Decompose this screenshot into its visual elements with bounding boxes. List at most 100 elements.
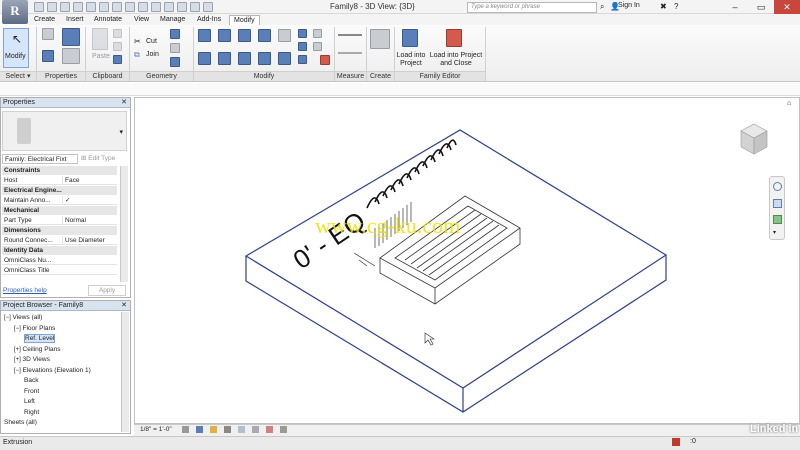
rotate-icon[interactable] [238,52,251,65]
minimize-button[interactable]: – [722,0,748,14]
wall-joins-icon[interactable] [170,29,180,39]
tab-annotate[interactable]: Annotate [90,15,126,25]
sign-in-link[interactable]: Sign In [618,2,640,9]
dimension-icon[interactable] [112,2,122,12]
steering-wheel-icon[interactable] [773,182,782,191]
view-scale[interactable]: 1/8" = 1'-0" [140,426,172,433]
trim-multiple-icon[interactable] [313,42,322,51]
zoom-icon[interactable] [773,199,782,208]
browser-tree-item[interactable]: [−] Floor Plans [14,324,55,334]
browser-tree-item[interactable]: Ref. Level [24,334,56,344]
collapse-icon[interactable]: [−] [4,315,13,321]
scale-icon[interactable] [298,29,307,38]
move-icon[interactable] [198,52,211,65]
match-properties-icon[interactable] [113,55,122,64]
property-row[interactable]: Round Connec... Use Diameter [2,236,117,245]
expand-icon[interactable]: [+] [14,347,23,353]
orbit-icon[interactable] [773,215,782,224]
cut-geometry-icon[interactable]: ✂ [134,37,141,46]
3d-view-canvas[interactable]: 0' - EQ www.cg-ku.com ⌂ ▾ [134,97,800,424]
thin-lines-icon[interactable] [177,2,187,12]
apply-button[interactable]: Apply [88,285,126,296]
property-group-header[interactable]: Dimensions [2,226,117,235]
load-into-project-icon[interactable] [402,29,418,47]
tab-view[interactable]: View [130,15,153,25]
browser-tree-item[interactable]: [+] 3D Views [14,355,50,365]
print-icon[interactable] [86,2,96,12]
maximize-button[interactable]: ▭ [748,0,774,14]
save-icon[interactable] [47,2,57,12]
close-icon[interactable]: ✕ [121,301,127,311]
create-similar-icon[interactable] [370,29,390,49]
modify-button[interactable]: ↖ Modify [3,28,29,68]
collapse-icon[interactable]: [−] [14,368,23,374]
visual-style-icon[interactable] [195,426,203,433]
copy-icon[interactable] [113,29,122,38]
load-into-project-and-close-button[interactable]: Load into Project and Close [428,52,484,68]
family-type-selector[interactable]: Family: Electrical Fixt [2,154,78,164]
property-row[interactable]: OmniClass Nu... [2,256,117,265]
property-group-header[interactable]: Constraints [2,166,117,175]
help-icon[interactable]: ? [674,2,678,11]
close-icon[interactable]: ✕ [121,98,127,108]
paint-icon[interactable] [170,57,180,67]
chevron-down-icon[interactable]: ▾ [773,229,776,236]
load-into-project-button[interactable]: Load into Project [396,52,426,68]
browser-tree-item[interactable]: [−] Elevations (Elevation 1) [14,366,91,376]
house-icon[interactable]: ⌂ [787,100,791,107]
chevron-down-icon[interactable]: ▾ [119,128,123,136]
array-icon[interactable] [278,52,291,65]
application-menu-button[interactable]: R [2,0,28,24]
property-row[interactable]: Maintain Anno... ✓ [2,196,117,205]
collapse-icon[interactable]: [−] [14,326,23,332]
offset-icon[interactable] [218,29,231,42]
3d-view-icon[interactable] [151,2,161,12]
tag-icon[interactable] [125,2,135,12]
type-selector-preview[interactable]: ▾ [2,111,127,151]
reveal-hidden-icon[interactable] [279,426,287,433]
viewcube-icon[interactable] [739,122,769,158]
browser-tree-item[interactable]: Sheets (all) [4,418,37,428]
aligned-dimension-icon[interactable] [338,52,362,54]
mirror-axis-icon[interactable] [238,29,251,42]
browser-tree-item[interactable]: Front [24,387,39,397]
close-hidden-icon[interactable] [190,2,200,12]
paste-icon[interactable] [92,28,108,50]
tab-create[interactable]: Create [30,15,59,25]
edit-type-button[interactable]: ⊞ Edit Type [81,154,127,164]
temporary-hide-icon[interactable] [265,426,273,433]
property-row[interactable]: Host Face [2,176,117,185]
pin-icon[interactable] [298,55,307,64]
align-icon[interactable] [198,29,211,42]
trim-extend-icon[interactable] [258,52,271,65]
text-icon[interactable] [138,2,148,12]
search-input[interactable]: Type a keyword or phrase [467,2,597,13]
properties-scrollbar[interactable] [120,166,128,282]
browser-tree-item[interactable]: Back [24,376,38,386]
property-row[interactable]: OmniClass Title [2,266,117,275]
select-dropdown[interactable]: Select ▾ [0,71,36,81]
copy-element-icon[interactable] [218,52,231,65]
filter-icon[interactable] [672,438,680,446]
redo-icon[interactable] [73,2,83,12]
undo-icon[interactable] [60,2,70,12]
browser-scrollbar[interactable] [121,312,129,432]
measure-icon[interactable] [99,2,109,12]
property-value[interactable]: Face [62,176,117,184]
join-icon[interactable]: ⧉ [134,50,140,60]
open-icon[interactable] [34,2,44,12]
property-group-header[interactable]: Electrical Engine... [2,186,117,195]
split-face-icon[interactable] [170,43,180,53]
browser-tree-item[interactable]: [+] Ceiling Plans [14,345,60,355]
detail-level-icon[interactable] [182,426,189,433]
switch-windows-icon[interactable] [203,2,213,12]
close-window-button[interactable]: ✕ [774,0,800,14]
sun-path-icon[interactable] [209,426,217,433]
property-row[interactable]: Part Type Normal [2,216,117,225]
family-category-icon[interactable] [42,50,54,62]
browser-tree-item[interactable]: [−] Views (all) [4,313,42,323]
property-value[interactable]: Use Diameter [62,236,117,244]
show-crop-icon[interactable] [251,426,259,433]
exchange-icon[interactable]: ✖ [660,2,667,11]
properties-icon[interactable] [62,28,80,46]
